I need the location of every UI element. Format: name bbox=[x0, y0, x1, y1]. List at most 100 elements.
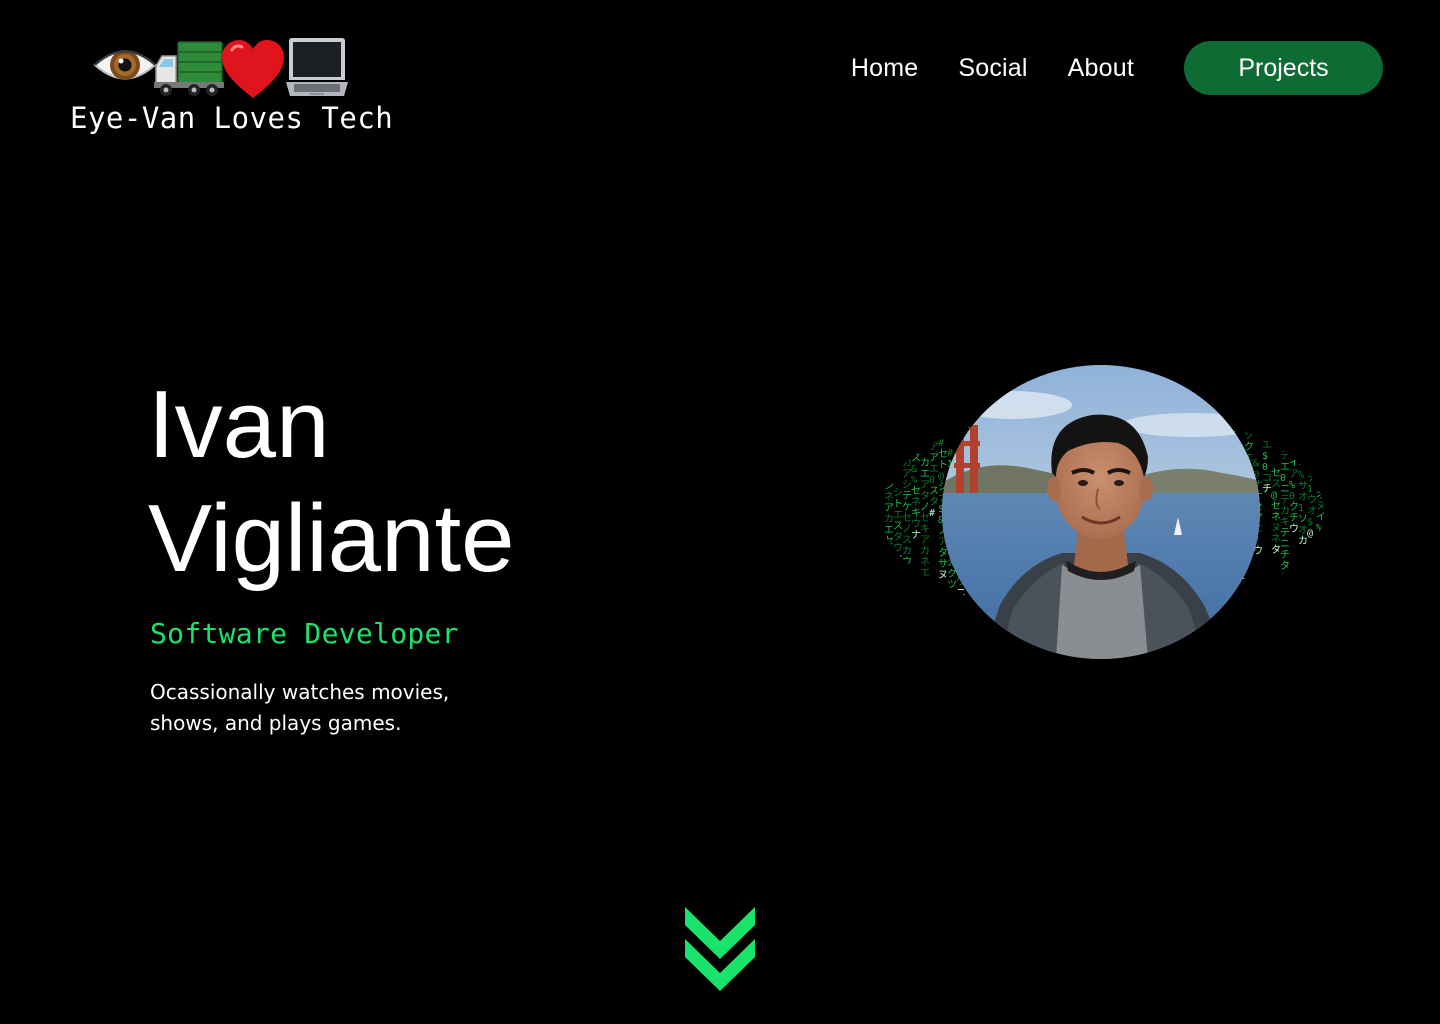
truck-icon bbox=[154, 38, 224, 103]
matrix-glyph: コ bbox=[911, 406, 921, 409]
matrix-glyph: キ bbox=[1316, 600, 1324, 611]
matrix-glyph: ニ bbox=[1280, 539, 1290, 550]
matrix-glyph: テ bbox=[1280, 594, 1290, 605]
matrix-glyph: 1 bbox=[1298, 503, 1304, 514]
double-chevron-down-icon[interactable] bbox=[683, 905, 757, 993]
matrix-glyph: # bbox=[938, 438, 944, 449]
nav-link-about[interactable]: About bbox=[1068, 54, 1134, 83]
matrix-glyph: ノ bbox=[947, 591, 957, 602]
matrix-glyph: キ bbox=[1298, 459, 1308, 470]
matrix-glyph: 0 bbox=[1316, 578, 1322, 589]
matrix-glyph: ソ bbox=[884, 459, 894, 470]
matrix-glyph: ア bbox=[920, 535, 930, 546]
matrix-glyph: 1 bbox=[1316, 556, 1322, 567]
matrix-glyph: ヌ bbox=[902, 568, 912, 579]
projects-button[interactable]: Projects bbox=[1184, 41, 1383, 95]
matrix-glyph: カ bbox=[902, 545, 912, 557]
matrix-glyph: & bbox=[884, 558, 890, 569]
matrix-glyph: @ bbox=[1307, 462, 1313, 473]
nav-link-home[interactable]: Home bbox=[851, 54, 919, 83]
matrix-glyph: ツ bbox=[893, 598, 903, 609]
matrix-glyph: サ bbox=[893, 608, 903, 618]
matrix-glyph: エ bbox=[1262, 440, 1272, 451]
matrix-glyph: & bbox=[911, 464, 917, 475]
hero-role: Software Developer bbox=[150, 617, 459, 650]
matrix-glyph: & bbox=[1280, 583, 1286, 594]
matrix-glyph: ソ bbox=[1262, 429, 1272, 440]
matrix-glyph: % bbox=[1298, 470, 1304, 481]
matrix-glyph: カ bbox=[965, 408, 975, 420]
matrix-glyph: カ bbox=[920, 545, 930, 557]
matrix-glyph: サ bbox=[911, 408, 921, 420]
matrix-glyph: % bbox=[1289, 480, 1295, 491]
matrix-glyph: ニ bbox=[956, 588, 966, 599]
matrix-glyph: ツ bbox=[920, 579, 930, 590]
matrix-glyph: & bbox=[1253, 458, 1259, 469]
matrix-glyph: オ bbox=[1316, 489, 1324, 501]
matrix-glyph: ア bbox=[893, 565, 903, 576]
matrix-glyph: カ bbox=[884, 447, 894, 459]
matrix-glyph: サ bbox=[920, 589, 930, 601]
matrix-glyph: カ bbox=[1316, 566, 1324, 578]
matrix-glyph: エ bbox=[1244, 406, 1254, 409]
matrix-glyph: ニ bbox=[911, 420, 921, 431]
matrix-glyph: $ bbox=[1280, 429, 1286, 440]
matrix-glyph: キ bbox=[1244, 409, 1254, 420]
matrix-glyph: セ bbox=[893, 586, 903, 598]
matrix-glyph: @ bbox=[1307, 528, 1313, 539]
matrix-glyph: イ bbox=[1316, 512, 1324, 523]
matrix-glyph: ネ bbox=[1280, 439, 1290, 451]
matrix-glyph: 1 bbox=[1307, 484, 1313, 495]
matrix-glyph: コ bbox=[911, 442, 921, 453]
matrix-glyph: ケ bbox=[1244, 419, 1254, 431]
portrait: カソ#シネアカエセ1&イシトエスタウコアカセツサカアシテケセノスカウヌ@%テコサ… bbox=[876, 362, 1328, 662]
matrix-glyph: @ bbox=[902, 579, 908, 590]
matrix-glyph: ウ bbox=[1316, 588, 1324, 600]
matrix-glyph: タ bbox=[1280, 560, 1290, 572]
matrix-glyph: ソ bbox=[1244, 431, 1254, 442]
matrix-glyph: チ bbox=[1280, 549, 1290, 561]
matrix-glyph: ウ bbox=[902, 556, 912, 568]
matrix-glyph: 0 bbox=[1280, 473, 1286, 484]
matrix-glyph: @ bbox=[1271, 490, 1277, 501]
matrix-glyph: キ bbox=[920, 524, 930, 535]
matrix-glyph: ノ bbox=[1316, 534, 1324, 545]
matrix-glyph: ナ bbox=[1316, 467, 1324, 479]
matrix-glyph: カ bbox=[893, 575, 903, 587]
matrix-glyph: % bbox=[1316, 523, 1322, 534]
matrix-glyph: セ bbox=[1316, 478, 1324, 490]
matrix-glyph: テ bbox=[902, 601, 912, 612]
matrix-glyph: $ bbox=[1280, 572, 1286, 583]
hero-first-name: Ivan bbox=[148, 371, 330, 478]
matrix-glyph: # bbox=[884, 470, 890, 481]
matrix-glyph: $ bbox=[1262, 451, 1268, 462]
matrix-glyph: $ bbox=[1307, 517, 1313, 528]
matrix-glyph: $ bbox=[1298, 448, 1304, 459]
hero-name: Ivan Vigliante bbox=[148, 368, 515, 596]
matrix-glyph: @ bbox=[938, 471, 944, 482]
matrix-glyph: ネ bbox=[920, 556, 930, 568]
matrix-glyph: エ bbox=[1316, 545, 1324, 556]
matrix-glyph: セ bbox=[920, 600, 930, 612]
matrix-glyph: テ bbox=[1280, 418, 1290, 429]
matrix-glyph: # bbox=[929, 508, 935, 519]
hero-description: Ocassionally watches movies, shows, and … bbox=[150, 680, 450, 735]
site-logo[interactable]: Eye-Van Loves Tech bbox=[70, 32, 400, 135]
matrix-glyph: ス bbox=[929, 406, 939, 409]
matrix-glyph: エ bbox=[920, 568, 930, 579]
hero-last-name: Vigliante bbox=[148, 485, 515, 592]
matrix-glyph: キ bbox=[1217, 406, 1227, 409]
matrix-glyph: 1 bbox=[884, 547, 890, 558]
matrix-glyph: ツ bbox=[1307, 418, 1317, 429]
matrix-glyph: ナ bbox=[929, 419, 939, 431]
nav-link-social[interactable]: Social bbox=[958, 54, 1027, 83]
matrix-glyph: 0 bbox=[929, 475, 935, 486]
logo-text: Eye-Van Loves Tech bbox=[70, 101, 394, 135]
matrix-glyph: ト bbox=[1262, 418, 1272, 429]
logo-emoji-row bbox=[70, 32, 400, 102]
matrix-glyph: イ bbox=[884, 569, 894, 580]
matrix-glyph: 0 bbox=[1262, 462, 1268, 473]
main-nav: Home Social About Projects bbox=[851, 41, 1383, 95]
matrix-glyph: ヌ bbox=[1316, 501, 1324, 512]
eye-icon bbox=[92, 42, 158, 93]
